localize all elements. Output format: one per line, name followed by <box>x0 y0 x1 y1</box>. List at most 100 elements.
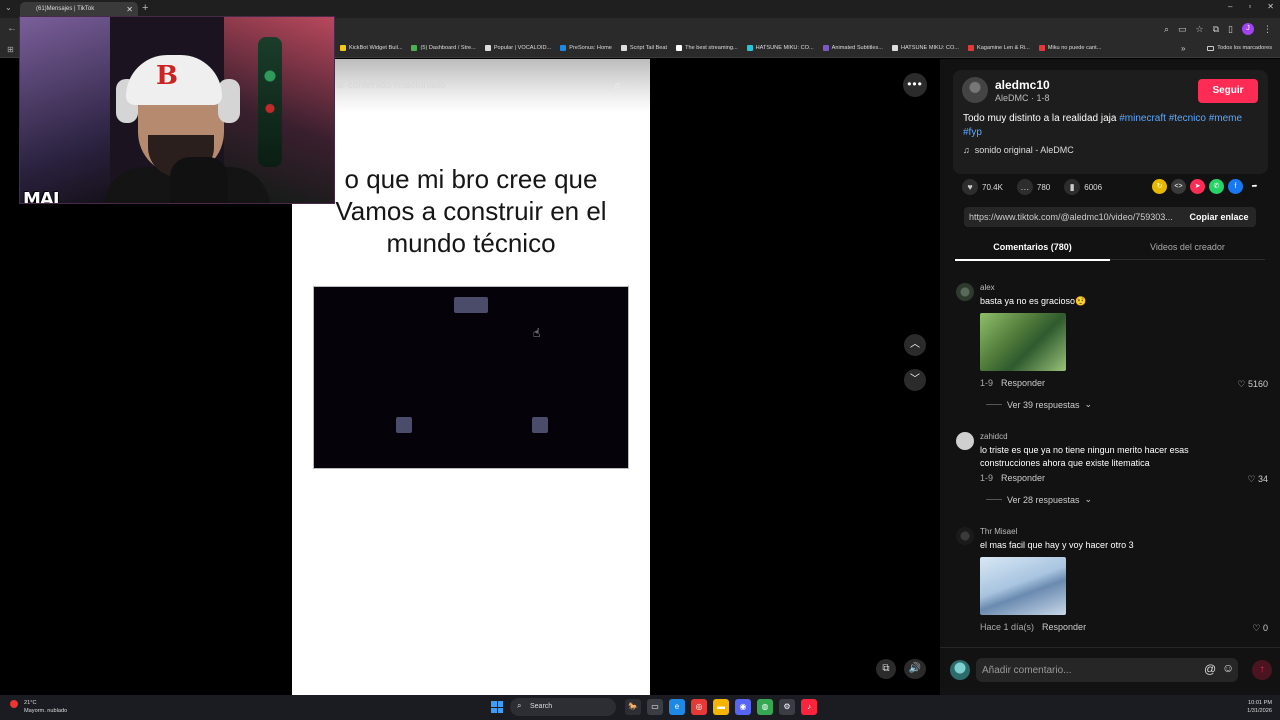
bookmark-label: KickBot Widget Buil... <box>349 45 403 51</box>
tab-comments[interactable]: Comentarios (780) <box>955 242 1110 252</box>
reply-button[interactable]: Responder <box>1001 473 1045 483</box>
bookmark-item[interactable]: Popular | VOCALOID... <box>484 45 551 51</box>
bookmark-item[interactable]: Script Tail Beat <box>620 45 667 51</box>
zoom-icon[interactable]: ⌕ <box>1164 24 1169 35</box>
hashtag-link[interactable]: #meme <box>1209 113 1242 124</box>
apps-grid-icon[interactable]: ⊞ <box>7 45 14 54</box>
discord-icon[interactable]: ◉ <box>735 699 751 715</box>
commenter-avatar[interactable] <box>956 432 974 450</box>
task-view-icon[interactable]: 🐎 <box>625 699 641 715</box>
author-username[interactable]: aledmc10 <box>995 78 1050 92</box>
user-avatar[interactable] <box>950 660 970 680</box>
bookmark-item[interactable]: (5) Dashboard / Stre... <box>411 45 476 51</box>
bookmark-item[interactable]: Kagamine Len & Ri... <box>967 45 1030 51</box>
bookmark-item[interactable]: KickBot Widget Buil... <box>340 45 402 51</box>
app-icon[interactable]: ◎ <box>691 699 707 715</box>
comment-like[interactable]: ♡ 5160 <box>1237 379 1268 390</box>
comment-button[interactable]: … 780 <box>1016 179 1050 195</box>
bookmark-item[interactable]: HATSUNE MIKU: CO... <box>746 45 814 51</box>
bookmark-item[interactable]: HATSUNE MIKU: CO... <box>891 45 959 51</box>
view-replies-button[interactable]: Ver 39 respuestas ⌄ <box>986 399 1092 410</box>
hashtag-link[interactable]: #fyp <box>963 127 982 138</box>
comment-like[interactable]: ♡ 34 <box>1247 474 1268 485</box>
reply-button[interactable]: Responder <box>1001 378 1045 388</box>
author-avatar[interactable] <box>962 77 988 103</box>
tab-creator-videos[interactable]: Videos del creador <box>1110 242 1265 252</box>
file-explorer-icon[interactable]: ▬ <box>713 699 729 715</box>
all-bookmarks-button[interactable]: Todos los marcadores <box>1207 45 1272 51</box>
save-button[interactable]: ▮ 6006 <box>1064 179 1102 195</box>
hashtag-link[interactable]: #minecraft <box>1119 113 1166 124</box>
reply-button[interactable]: Responder <box>1042 622 1086 632</box>
bookmark-item[interactable]: Animated Subtitles... <box>822 45 883 51</box>
hashtag-link[interactable]: #tecnico <box>1169 113 1206 124</box>
sound-link[interactable]: ♫ sonido original - AleDMC <box>963 145 1074 155</box>
more-options-button[interactable]: ••• <box>903 73 927 97</box>
bookmark-label: (5) Dashboard / Stre... <box>420 45 476 51</box>
more-bookmarks-icon[interactable]: » <box>1181 44 1185 53</box>
extensions-icon[interactable]: ⧉ <box>1213 24 1219 35</box>
comment-input[interactable] <box>976 658 1238 682</box>
like-button[interactable]: ♥ 70.4K <box>962 179 1003 195</box>
embed-icon[interactable]: <> <box>1171 179 1186 194</box>
music-note-icon: ♫ <box>963 145 970 155</box>
minimize-icon[interactable]: – <box>1228 2 1232 11</box>
send-to-friends-icon[interactable]: ➤ <box>1190 179 1205 194</box>
repost-icon[interactable]: ↻ <box>1152 179 1167 194</box>
edge-icon[interactable]: e <box>669 699 685 715</box>
maximize-icon[interactable]: ▫ <box>1248 2 1251 11</box>
related-search-bar[interactable]: ar contenido relacionado ⌕ <box>292 59 650 113</box>
video-player[interactable]: ar contenido relacionado ⌕ o que mi bro … <box>292 59 650 695</box>
weather-icon <box>10 700 18 708</box>
post-link-field[interactable]: https://www.tiktok.com/@aledmc10/video/7… <box>964 207 1182 227</box>
share-more-icon[interactable]: ➦ <box>1247 179 1262 194</box>
share-options: ↻ <> ➤ ✆ f ➦ <box>1152 179 1262 194</box>
floating-player-icon[interactable]: ⧉ <box>876 659 896 679</box>
music-app-icon[interactable]: ♪ <box>801 699 817 715</box>
menu-icon[interactable]: ⋮ <box>1263 24 1272 35</box>
volume-icon[interactable]: 🔊 <box>904 659 926 679</box>
mouse-cursor-icon: ☝ <box>533 326 541 340</box>
cast-icon[interactable]: ▭ <box>1178 24 1187 35</box>
next-video-button[interactable]: ﹀ <box>904 369 926 391</box>
previous-video-button[interactable]: ︿ <box>904 334 926 356</box>
sidebar-icon[interactable]: ▯ <box>1228 24 1233 35</box>
clip-light <box>396 417 412 433</box>
commenter-name[interactable]: zahidcd <box>980 432 1008 441</box>
close-window-icon[interactable]: ✕ <box>1267 2 1274 11</box>
emoji-icon[interactable]: ☺ <box>1222 661 1234 675</box>
bookmark-item[interactable]: The best streaming... <box>676 45 738 51</box>
bookmark-star-icon[interactable]: ☆ <box>1196 24 1204 35</box>
clip-light <box>532 417 548 433</box>
search-icon[interactable]: ⌕ <box>614 77 621 93</box>
copy-link-button[interactable]: Copiar enlace <box>1182 207 1256 227</box>
commenter-name[interactable]: Thr Misael <box>980 527 1017 536</box>
tab-search-icon[interactable]: ⌄ <box>5 3 12 12</box>
settings-gear-icon[interactable]: ⚙ <box>779 699 795 715</box>
comment-image[interactable] <box>980 313 1066 371</box>
tab-close-icon[interactable]: ✕ <box>126 5 133 14</box>
new-tab-button[interactable]: + <box>142 2 148 14</box>
chrome-icon[interactable]: ◍ <box>757 699 773 715</box>
post-comment-button[interactable]: ↑ <box>1252 660 1272 680</box>
follow-button[interactable]: Seguir <box>1198 79 1258 103</box>
mention-icon[interactable]: @ <box>1204 662 1216 676</box>
commenter-avatar[interactable] <box>956 283 974 301</box>
comment-date: 1-9 <box>980 378 994 388</box>
system-clock[interactable]: 10:01 PM 1/31/2026 <box>1247 699 1272 715</box>
commenter-name[interactable]: alex <box>980 283 995 292</box>
profile-avatar[interactable]: J <box>1242 23 1254 35</box>
windows-start-icon[interactable] <box>491 701 503 713</box>
view-replies-button[interactable]: Ver 28 respuestas ⌄ <box>986 494 1092 505</box>
bookmark-item[interactable]: PreSonus: Home <box>560 45 612 51</box>
bookmark-item[interactable]: Miku no puede cant... <box>1038 45 1101 51</box>
back-icon[interactable]: ← <box>7 23 17 34</box>
whatsapp-icon[interactable]: ✆ <box>1209 179 1224 194</box>
comment-like[interactable]: ♡ 0 <box>1252 623 1268 634</box>
comment-image[interactable] <box>980 557 1066 615</box>
post-details-panel: aledmc10 AleDMC · 1-8 Seguir Todo muy di… <box>940 59 1280 695</box>
taskbar-search[interactable]: ⌕ Search <box>510 698 616 716</box>
commenter-avatar[interactable] <box>956 527 974 545</box>
facebook-icon[interactable]: f <box>1228 179 1243 194</box>
terminal-icon[interactable]: ▭ <box>647 699 663 715</box>
